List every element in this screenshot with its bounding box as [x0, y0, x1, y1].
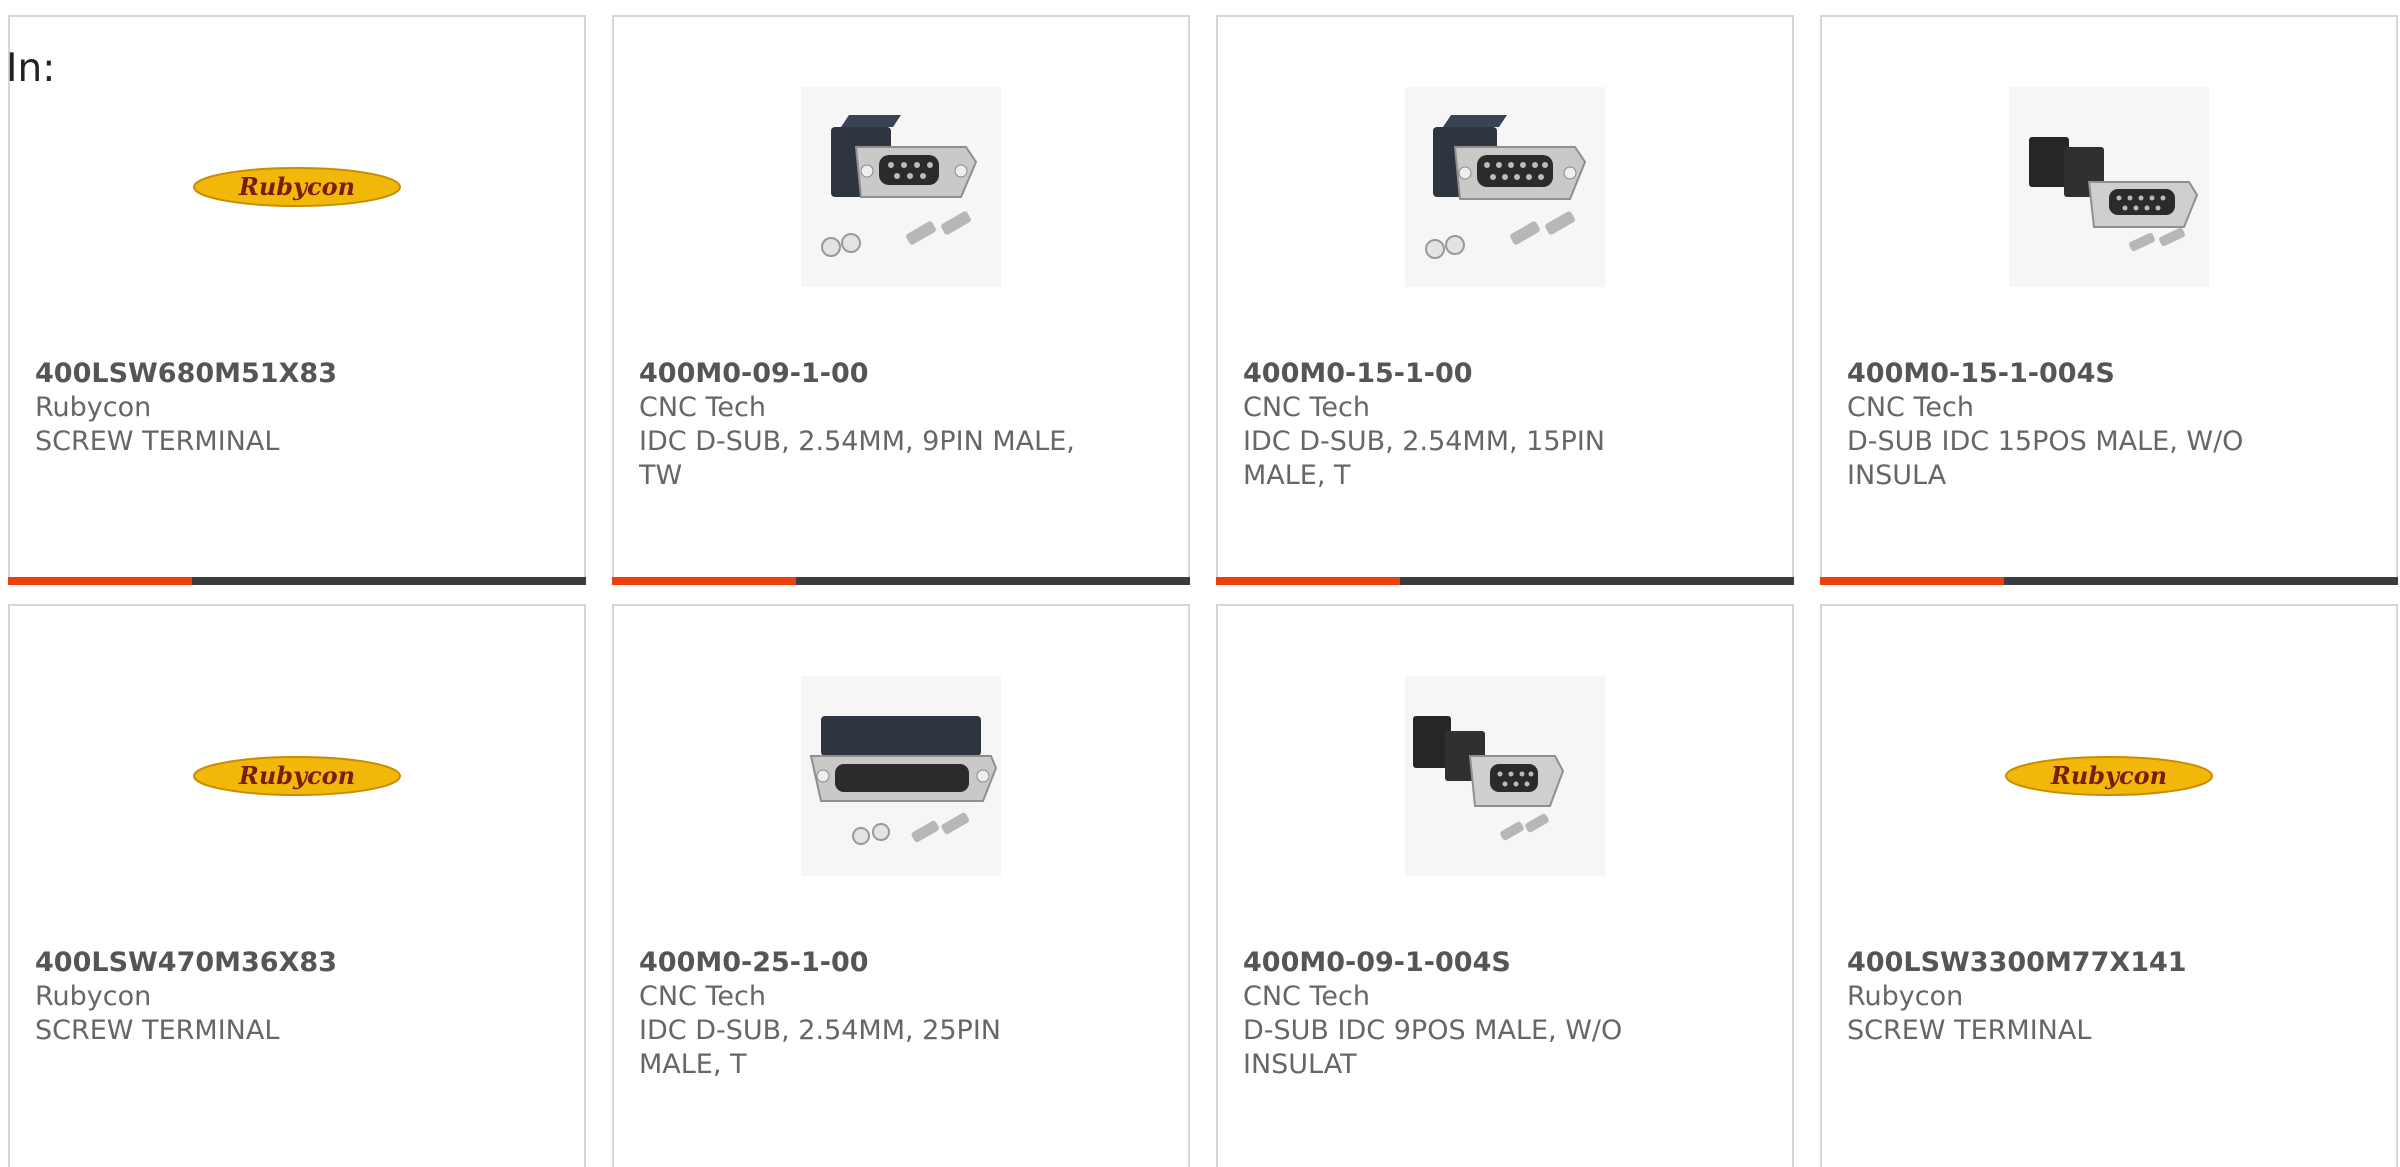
part-number[interactable]: 400M0-25-1-00 — [639, 946, 1079, 980]
description: D-SUB IDC 15POS MALE, W/O INSULA — [1847, 426, 2244, 491]
rubycon-logo-icon: Rubycon — [193, 756, 401, 796]
product-info: 400M0-09-1-00 CNC Tech IDC D-SUB, 2.54MM… — [639, 357, 1079, 493]
product-info: 400M0-15-1-004S CNC Tech D-SUB IDC 15POS… — [1847, 357, 2287, 493]
manufacturer: CNC Tech — [639, 392, 766, 423]
logo-text: Rubycon — [238, 172, 355, 201]
product-info: 400LSW680M51X83 Rubycon SCREW TERMINAL — [35, 357, 475, 459]
rubycon-logo-icon: Rubycon — [193, 167, 401, 207]
part-number[interactable]: 400M0-15-1-00 — [1243, 357, 1683, 391]
product-info: 400M0-15-1-00 CNC Tech IDC D-SUB, 2.54MM… — [1243, 357, 1683, 493]
description: SCREW TERMINAL — [1847, 1015, 2092, 1046]
card-accent-bar — [612, 577, 796, 585]
product-card[interactable]: Rubycon 400LSW3300M77X141 Rubycon SCREW … — [1820, 604, 2398, 1167]
dsub-connector-kit-icon — [1405, 676, 1605, 876]
product-info: 400LSW470M36X83 Rubycon SCREW TERMINAL — [35, 946, 475, 1048]
product-card[interactable]: 400M0-25-1-00 CNC Tech IDC D-SUB, 2.54MM… — [612, 604, 1190, 1167]
product-card[interactable]: 400M0-09-1-00 CNC Tech IDC D-SUB, 2.54MM… — [612, 15, 1190, 585]
manufacturer: CNC Tech — [1243, 981, 1370, 1012]
manufacturer: CNC Tech — [639, 981, 766, 1012]
part-number[interactable]: 400M0-09-1-004S — [1243, 946, 1683, 980]
description: SCREW TERMINAL — [35, 1015, 280, 1046]
product-card[interactable]: 400M0-09-1-004S CNC Tech D-SUB IDC 9POS … — [1216, 604, 1794, 1167]
product-image: Rubycon — [10, 674, 584, 878]
logo-text: Rubycon — [238, 761, 355, 790]
description: IDC D-SUB, 2.54MM, 9PIN MALE, TW — [639, 426, 1075, 491]
card-bottom-bar — [1820, 577, 2398, 585]
filter-label: In: — [6, 46, 56, 91]
dsub-connector-icon — [801, 87, 1001, 287]
manufacturer: Rubycon — [1847, 981, 1964, 1012]
part-number[interactable]: 400LSW680M51X83 — [35, 357, 475, 391]
manufacturer: CNC Tech — [1847, 392, 1974, 423]
card-accent-bar — [1820, 577, 2004, 585]
part-number[interactable]: 400LSW3300M77X141 — [1847, 946, 2287, 980]
card-bottom-bar — [612, 577, 1190, 585]
card-bottom-bar — [1216, 577, 1794, 585]
product-grid-page: In: Rubycon 400LSW680M51X83 Rubycon SCRE… — [0, 0, 2400, 1167]
part-number[interactable]: 400M0-15-1-004S — [1847, 357, 2287, 391]
product-card[interactable]: Rubycon 400LSW680M51X83 Rubycon SCREW TE… — [8, 15, 586, 585]
card-accent-bar — [8, 577, 192, 585]
product-image — [1822, 85, 2396, 289]
product-image: Rubycon — [1822, 674, 2396, 878]
product-image — [614, 674, 1188, 878]
logo-text: Rubycon — [2050, 761, 2167, 790]
card-accent-bar — [1216, 577, 1400, 585]
product-info: 400LSW3300M77X141 Rubycon SCREW TERMINAL — [1847, 946, 2287, 1048]
product-image — [614, 85, 1188, 289]
product-image: Rubycon — [10, 85, 584, 289]
manufacturer: Rubycon — [35, 981, 152, 1012]
product-image — [1218, 85, 1792, 289]
product-info: 400M0-25-1-00 CNC Tech IDC D-SUB, 2.54MM… — [639, 946, 1079, 1082]
part-number[interactable]: 400M0-09-1-00 — [639, 357, 1079, 391]
product-card[interactable]: 400M0-15-1-00 CNC Tech IDC D-SUB, 2.54MM… — [1216, 15, 1794, 585]
card-bottom-bar — [8, 577, 586, 585]
product-image — [1218, 674, 1792, 878]
description: IDC D-SUB, 2.54MM, 25PIN MALE, T — [639, 1015, 1001, 1080]
part-number[interactable]: 400LSW470M36X83 — [35, 946, 475, 980]
product-card[interactable]: 400M0-15-1-004S CNC Tech D-SUB IDC 15POS… — [1820, 15, 2398, 585]
manufacturer: CNC Tech — [1243, 392, 1370, 423]
rubycon-logo-icon: Rubycon — [2005, 756, 2213, 796]
manufacturer: Rubycon — [35, 392, 152, 423]
dsub-connector-icon — [801, 676, 1001, 876]
dsub-connector-icon — [1405, 87, 1605, 287]
description: D-SUB IDC 9POS MALE, W/O INSULAT — [1243, 1015, 1623, 1080]
dsub-connector-kit-icon — [2009, 87, 2209, 287]
product-card[interactable]: Rubycon 400LSW470M36X83 Rubycon SCREW TE… — [8, 604, 586, 1167]
description: SCREW TERMINAL — [35, 426, 280, 457]
description: IDC D-SUB, 2.54MM, 15PIN MALE, T — [1243, 426, 1605, 491]
product-info: 400M0-09-1-004S CNC Tech D-SUB IDC 9POS … — [1243, 946, 1683, 1082]
